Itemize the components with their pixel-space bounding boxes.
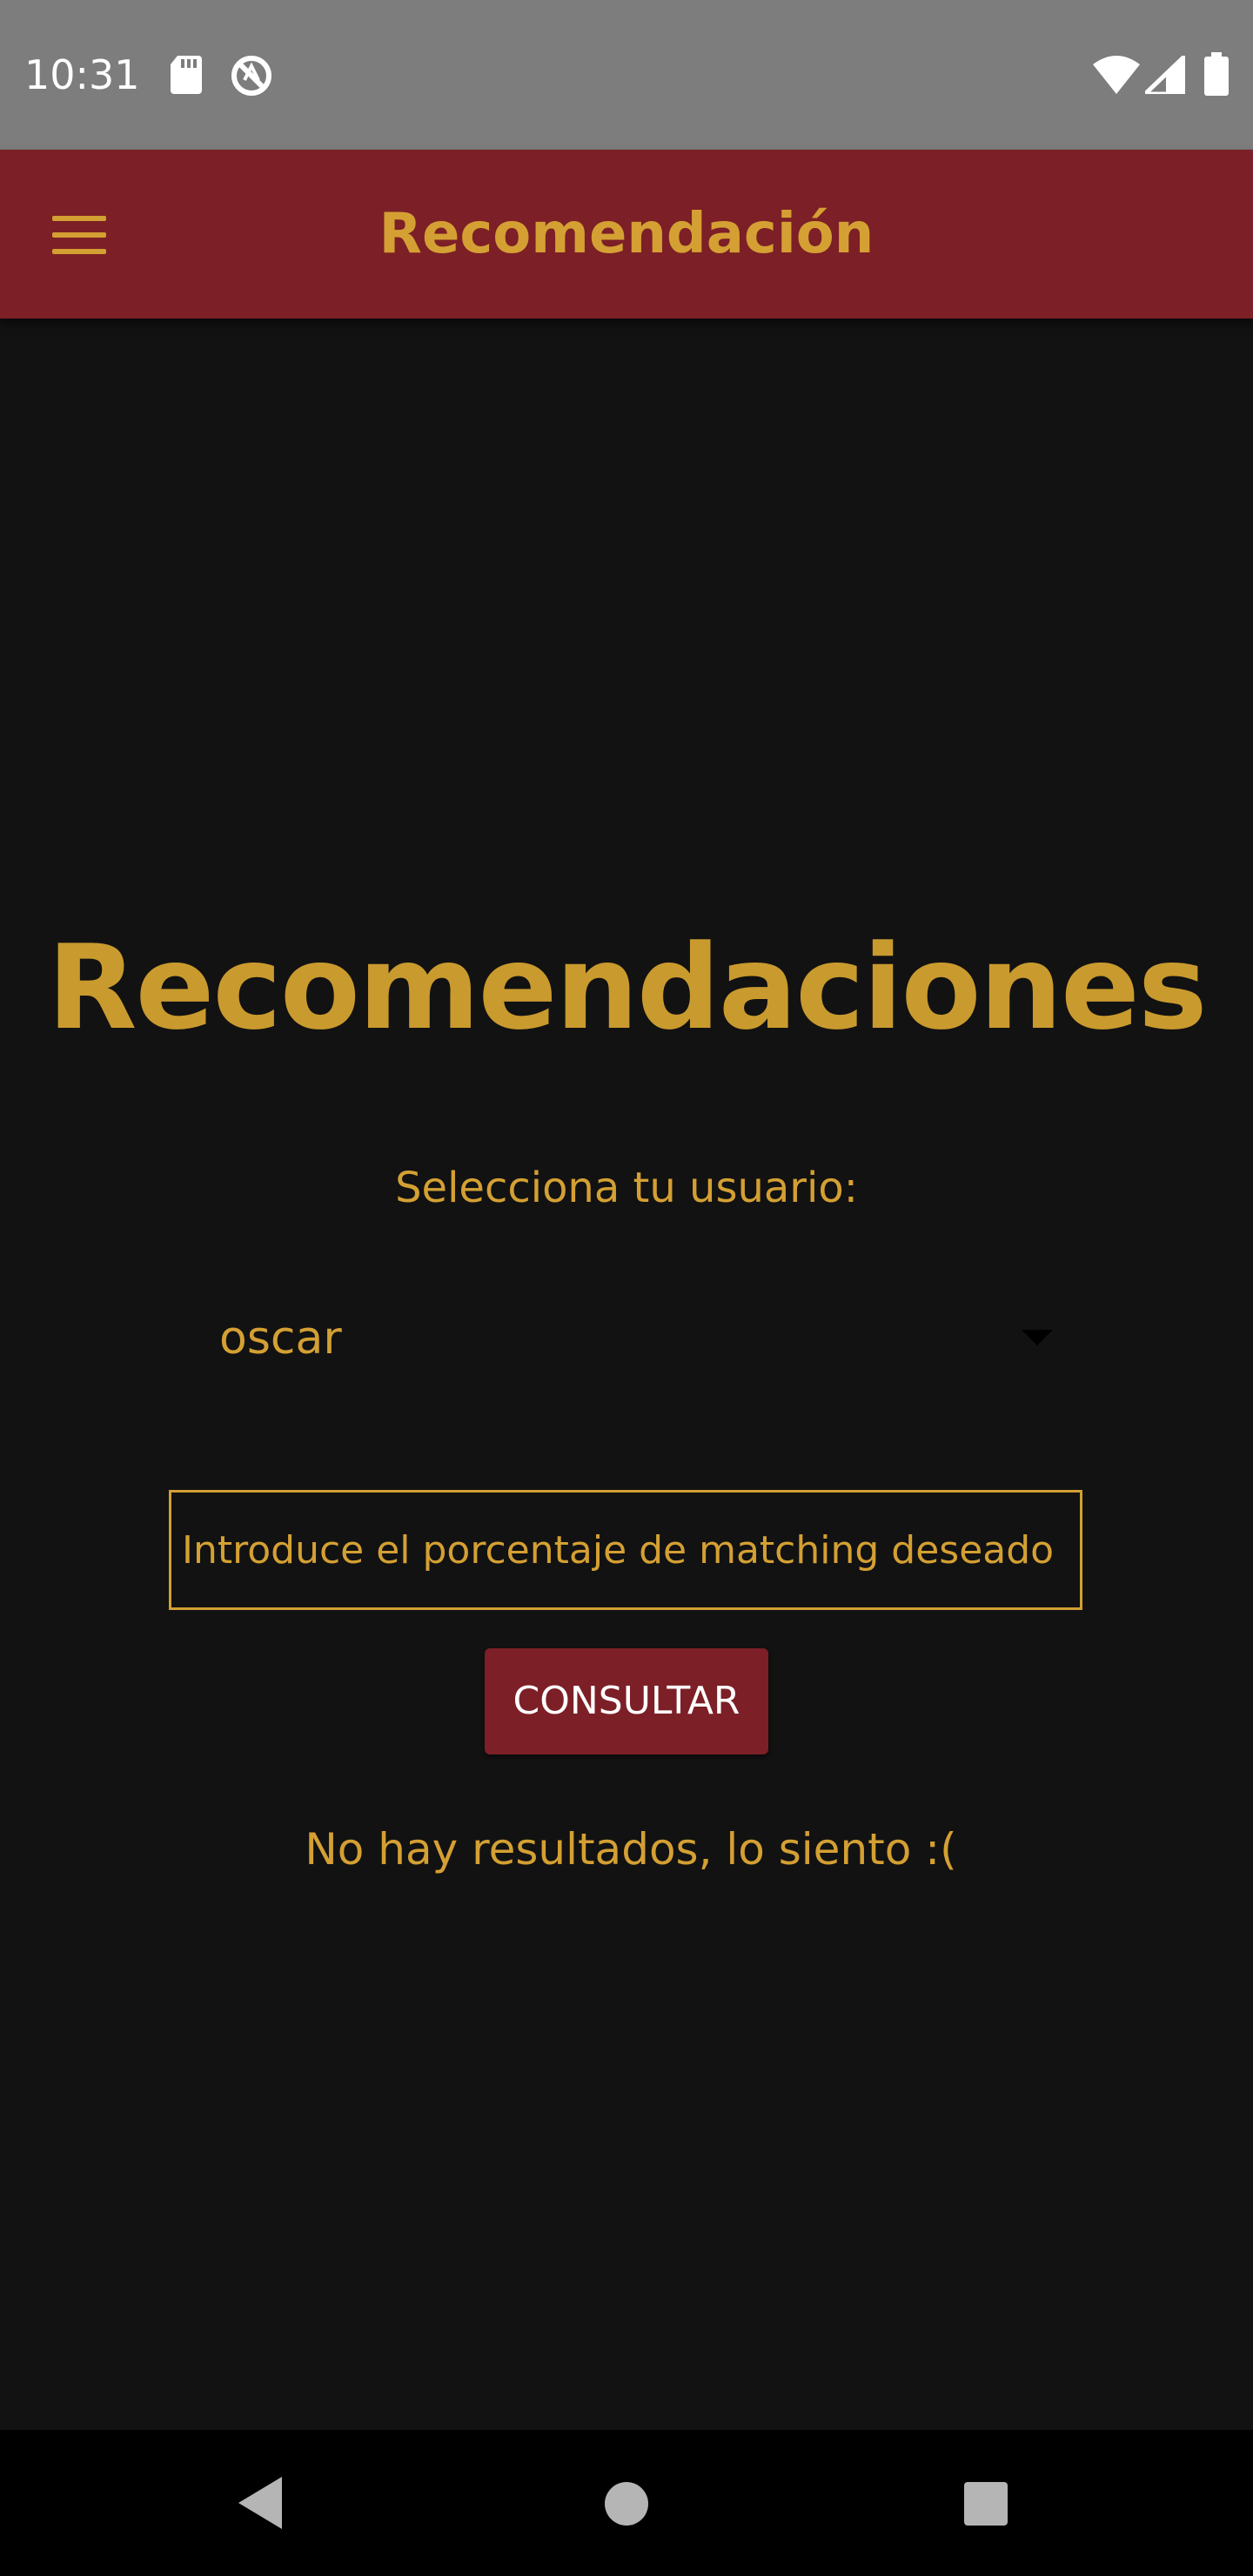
status-bar: 10:31 xyxy=(0,0,1253,150)
select-user-label: Selecciona tu usuario: xyxy=(395,1164,858,1212)
battery-icon xyxy=(1204,52,1229,96)
navigation-bar xyxy=(0,2430,1253,2576)
menu-line xyxy=(52,249,106,254)
signal-icon xyxy=(1145,56,1185,94)
consult-button[interactable]: CONSULTAR xyxy=(485,1648,768,1754)
back-icon[interactable] xyxy=(238,2477,282,2529)
status-time: 10:31 xyxy=(24,51,140,98)
sd-card-icon xyxy=(171,56,202,94)
user-select-dropdown[interactable]: oscar xyxy=(200,1297,1053,1380)
wifi-icon xyxy=(1093,56,1140,94)
recents-icon[interactable] xyxy=(964,2482,1008,2526)
menu-line xyxy=(52,216,106,221)
app-title: Recomendación xyxy=(379,202,874,266)
screen: 10:31 Recomendación Recomendaciones Sele… xyxy=(0,0,1253,2576)
selected-user-value: oscar xyxy=(219,1312,342,1365)
menu-line xyxy=(52,232,106,238)
home-icon[interactable] xyxy=(605,2482,648,2526)
page-heading: Recomendaciones xyxy=(47,920,1207,1056)
app-bar: Recomendación xyxy=(0,150,1253,319)
dropdown-arrow-icon xyxy=(1022,1330,1053,1345)
matching-percentage-input[interactable] xyxy=(169,1490,1082,1610)
no-results-message: No hay resultados, lo siento :( xyxy=(305,1824,957,1875)
no-disturb-icon xyxy=(231,56,271,96)
hamburger-menu-icon[interactable] xyxy=(38,198,122,272)
